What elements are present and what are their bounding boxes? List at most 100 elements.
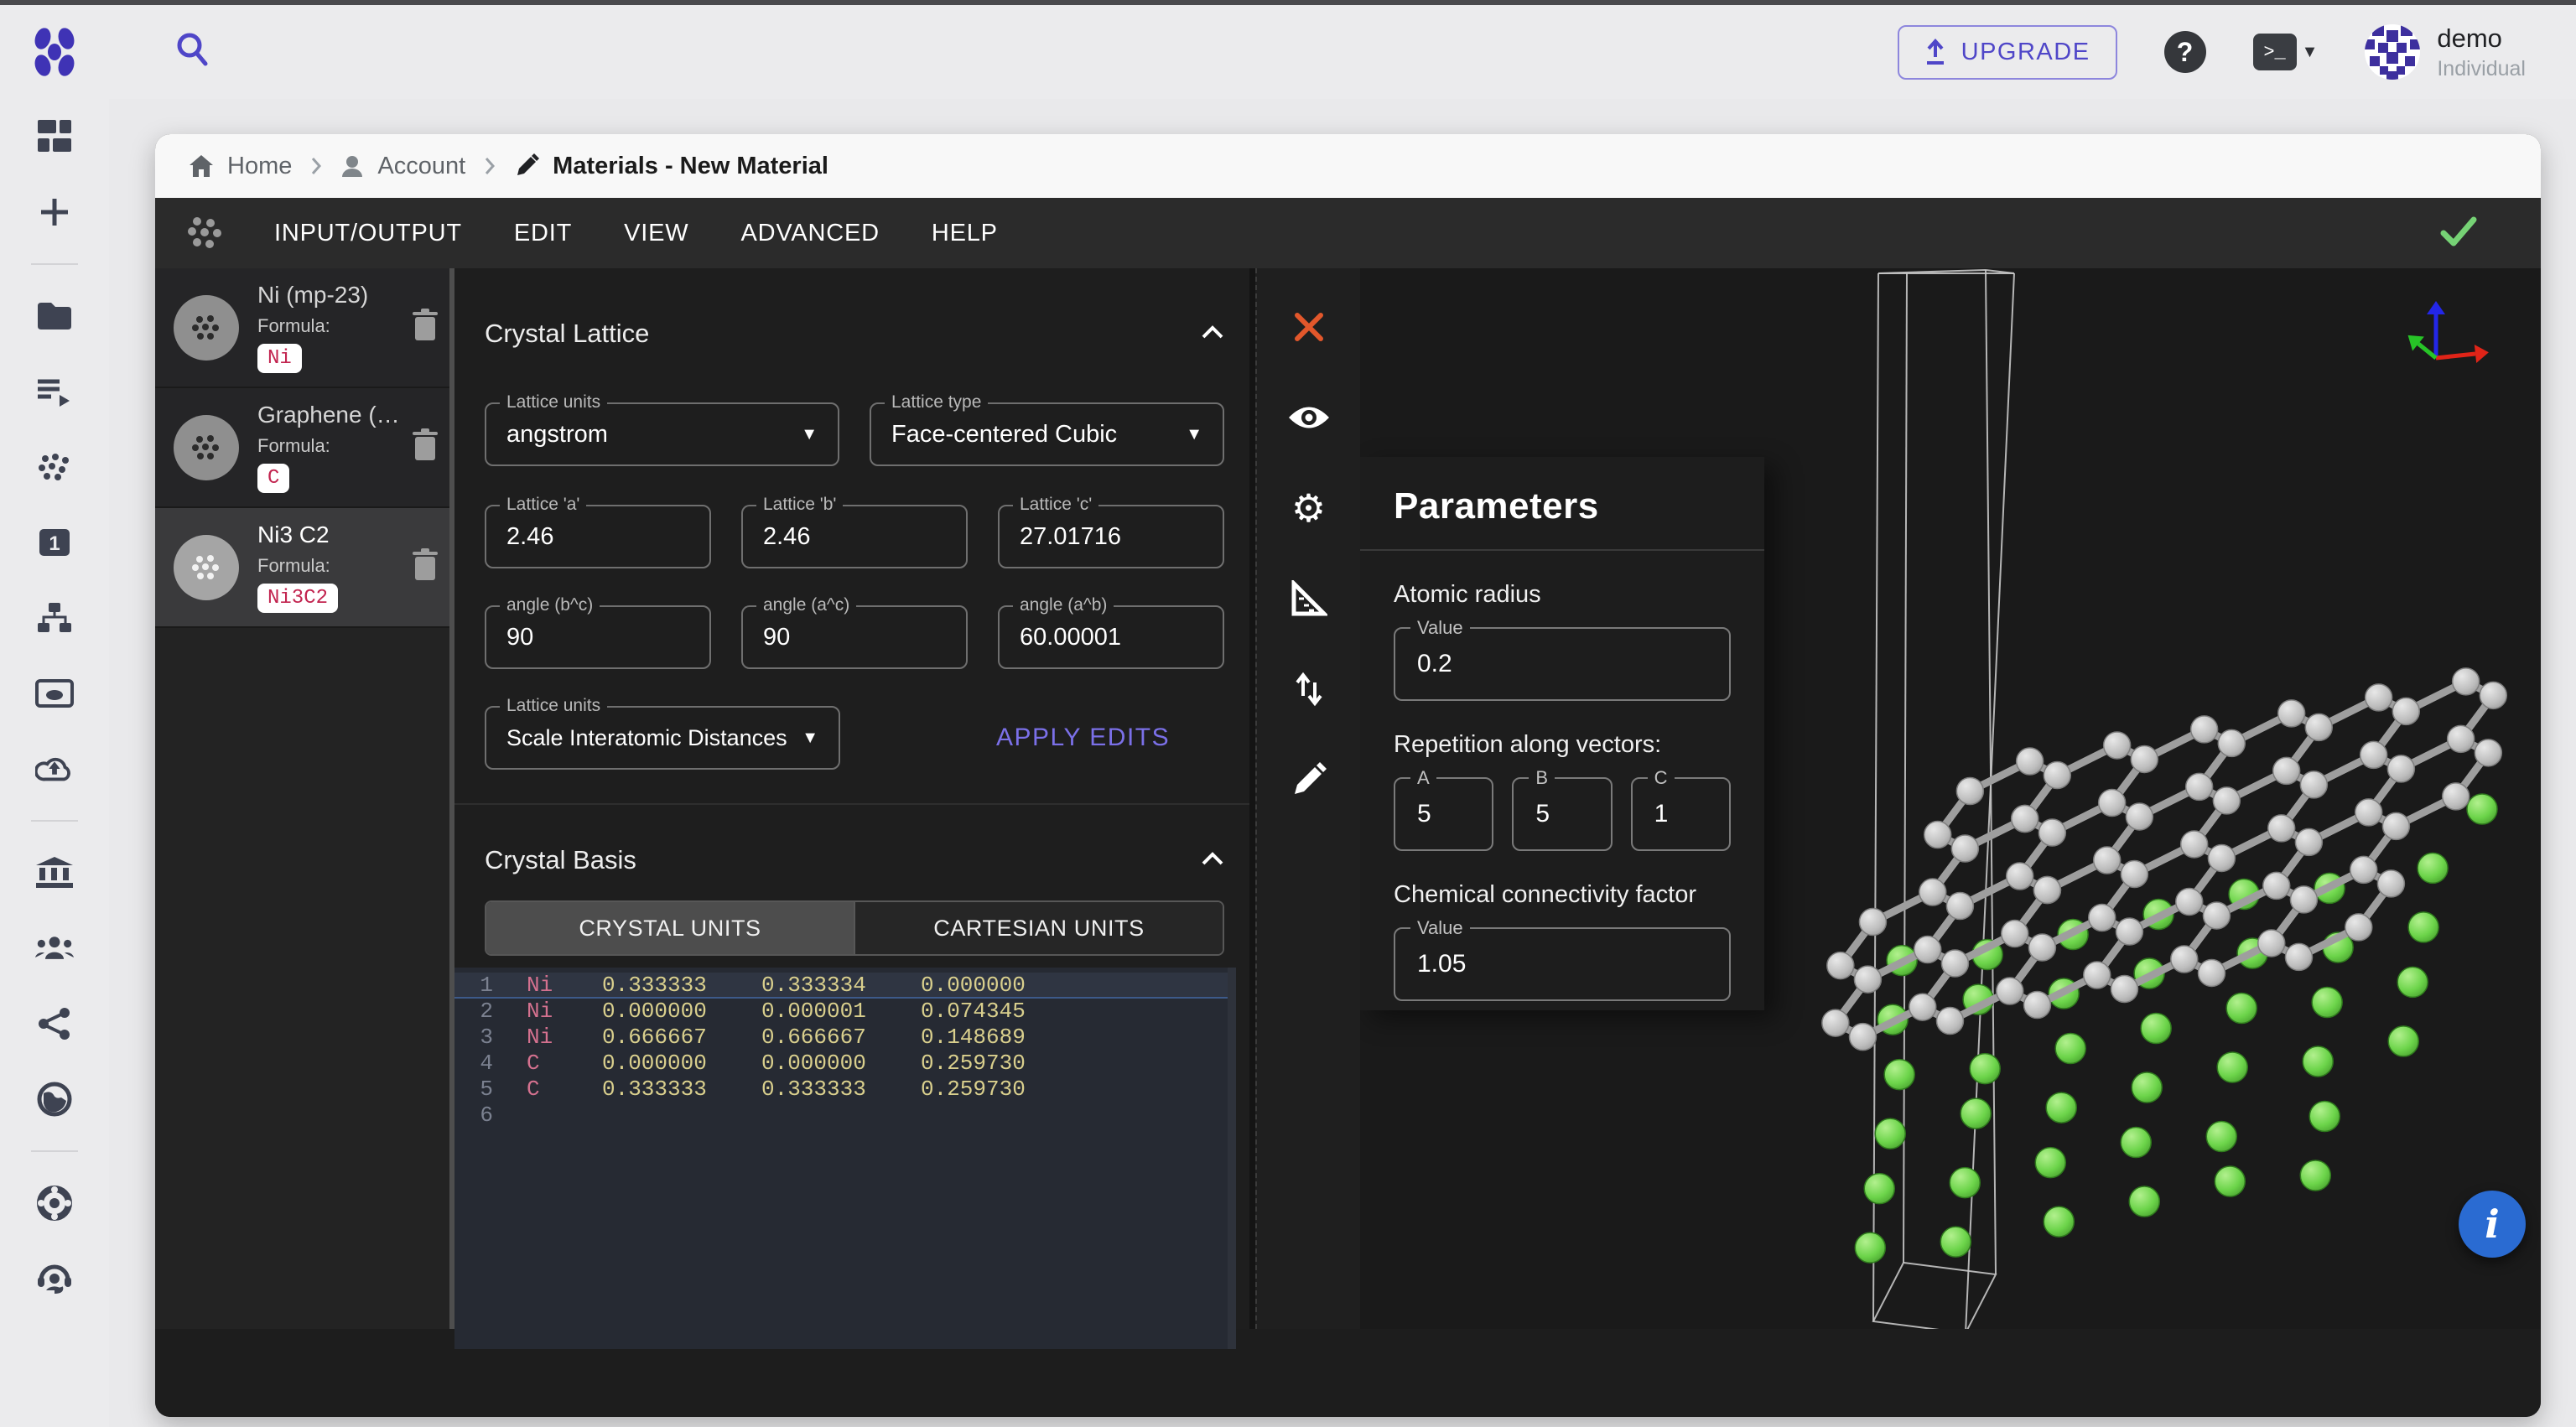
top-bar-right: UPGRADE ? >_ ▼ (1898, 23, 2576, 81)
upgrade-button[interactable]: UPGRADE (1898, 25, 2117, 80)
info-button[interactable]: i (2459, 1191, 2526, 1258)
menu-view[interactable]: VIEW (624, 220, 688, 247)
material-item[interactable]: Ni (mp-23) Formula: Ni (155, 268, 454, 388)
material-formula-chip: Ni3C2 (257, 584, 338, 613)
sidebar-item-media[interactable] (35, 674, 74, 713)
wheel-icon (37, 1186, 72, 1221)
material-item-selected[interactable]: Ni3 C2 Formula: Ni3C2 (155, 508, 454, 628)
rep-c-value: 1 (1654, 800, 1669, 828)
eye-icon (1287, 403, 1331, 432)
atomic-radius-input[interactable]: Value 0.2 (1394, 627, 1731, 701)
trash-icon (411, 428, 439, 462)
share-icon (38, 1007, 71, 1040)
workspace: Home Account Materials - New Material IN… (155, 134, 2541, 1417)
delete-material-button[interactable] (411, 309, 439, 346)
svg-text:1: 1 (49, 532, 60, 555)
sidebar-item-materials[interactable] (35, 448, 74, 486)
material-formula-label: Formula: (257, 555, 411, 577)
collapse-basis-button[interactable] (1201, 852, 1224, 869)
lattice-type-value: Face-centered Cubic (891, 421, 1117, 449)
material-formula-label: Formula: (257, 315, 411, 337)
repetition-c-input[interactable]: C 1 (1631, 777, 1731, 851)
user-menu[interactable]: demo Individual (2365, 23, 2526, 81)
parameters-divider (1360, 549, 1764, 551)
pencil-icon (514, 153, 539, 179)
angle-ac-input[interactable]: angle (a^c) 90 (741, 605, 968, 669)
sidebar-item-public[interactable] (35, 1080, 74, 1118)
measure-button[interactable] (1284, 573, 1334, 624)
rail-divider (31, 1150, 78, 1152)
repetition-b-input[interactable]: B 5 (1512, 777, 1612, 851)
lattice-units-select[interactable]: Lattice units angstrom ▼ (485, 402, 839, 466)
lattice-a-input[interactable]: Lattice 'a' 2.46 (485, 505, 711, 568)
dropdown-caret-icon: ▼ (1186, 425, 1202, 444)
upload-icon (1924, 39, 1946, 65)
swap-axes-button[interactable] (1284, 664, 1334, 714)
angle-ab-value: 60.00001 (1020, 624, 1121, 651)
menu-advanced[interactable]: ADVANCED (740, 220, 879, 247)
search-button[interactable] (172, 29, 214, 75)
edit-structure-button[interactable] (1284, 755, 1334, 805)
dropdown-caret-icon: ▼ (801, 425, 818, 444)
editor-line: 1Ni 0.3333330.3333340.000000 (454, 973, 1228, 999)
sidebar-item-files[interactable] (35, 297, 74, 335)
menu-edit[interactable]: EDIT (514, 220, 572, 247)
save-status-check[interactable] (2440, 216, 2511, 251)
sidebar-item-organization[interactable] (35, 854, 74, 892)
angle-ab-input[interactable]: angle (a^b) 60.00001 (998, 605, 1224, 669)
chemical-connectivity-input[interactable]: Value 1.05 (1394, 927, 1731, 1001)
sidebar-item-add[interactable] (35, 193, 74, 231)
tab-cartesian-units[interactable]: CARTESIAN UNITS (854, 902, 1223, 954)
lattice-c-input[interactable]: Lattice 'c' 27.01716 (998, 505, 1224, 568)
sidebar-item-help-center[interactable] (35, 1184, 74, 1222)
angle-ab-label: angle (a^b) (1013, 595, 1114, 615)
tab-crystal-units[interactable]: CRYSTAL UNITS (486, 902, 854, 954)
page-title: Materials - New Material (553, 153, 828, 180)
menu-help[interactable]: HELP (932, 220, 998, 247)
basis-code-editor[interactable]: 1Ni 0.3333330.3333340.000000 2Ni 0.00000… (454, 968, 1236, 1349)
upgrade-label: UPGRADE (1961, 39, 2090, 66)
avatar (2365, 24, 2420, 80)
chemical-connectivity-label: Chemical connectivity factor (1394, 881, 1731, 909)
editor-line: 3Ni 0.6666670.6666670.148689 (454, 1025, 1228, 1051)
sidebar-item-looks-one[interactable]: 1 (35, 523, 74, 562)
angle-bc-input[interactable]: angle (b^c) 90 (485, 605, 711, 669)
sidebar-item-jobs[interactable] (35, 372, 74, 411)
angle-bc-label: angle (b^c) (500, 595, 600, 615)
ruler-icon (1291, 580, 1327, 617)
sidebar-item-workflows[interactable] (35, 599, 74, 637)
material-item[interactable]: Graphene (… Formula: C (155, 388, 454, 508)
breadcrumb-home[interactable]: Home (189, 153, 292, 180)
panel-divider[interactable] (1249, 268, 1255, 1329)
settings-button[interactable]: ⚙ (1284, 483, 1334, 533)
terminal-button[interactable]: >_ ▼ (2253, 34, 2319, 70)
material-avatar (174, 415, 239, 480)
apply-edits-button[interactable]: APPLY EDITS (996, 724, 1170, 752)
search-icon (172, 29, 214, 71)
lattice-b-input[interactable]: Lattice 'b' 2.46 (741, 505, 968, 568)
sidebar-item-share[interactable] (35, 1004, 74, 1043)
rep-a-label: A (1410, 767, 1436, 789)
lattice-type-select[interactable]: Lattice type Face-centered Cubic ▼ (870, 402, 1224, 466)
breadcrumb-account[interactable]: Account (340, 153, 465, 180)
collapse-lattice-button[interactable] (1201, 325, 1224, 343)
chevron-right-icon (484, 156, 496, 176)
scale-units-select[interactable]: Lattice units Scale Interatomic Distance… (485, 706, 840, 770)
scale-units-label: Lattice units (500, 696, 607, 716)
help-button[interactable]: ? (2164, 31, 2206, 73)
menu-input-output[interactable]: INPUT/OUTPUT (274, 220, 462, 247)
sidebar-item-team[interactable] (35, 929, 74, 968)
add-icon (38, 195, 71, 229)
structure-viewer-3d[interactable]: Parameters Atomic radius Value 0.2 Repet… (1360, 268, 2541, 1329)
delete-material-button[interactable] (411, 548, 439, 586)
editor-line: 6 (454, 1103, 1228, 1129)
brand-logo[interactable] (0, 27, 109, 77)
sidebar-item-dashboard[interactable] (35, 117, 74, 156)
sidebar-item-support[interactable] (35, 1259, 74, 1298)
repetition-a-input[interactable]: A 5 (1394, 777, 1493, 851)
visibility-button[interactable] (1284, 392, 1334, 443)
delete-material-button[interactable] (411, 428, 439, 466)
sidebar-item-cloud-upload[interactable] (35, 750, 74, 788)
lattice-a-label: Lattice 'a' (500, 495, 586, 515)
close-viewer-button[interactable] (1284, 302, 1334, 352)
